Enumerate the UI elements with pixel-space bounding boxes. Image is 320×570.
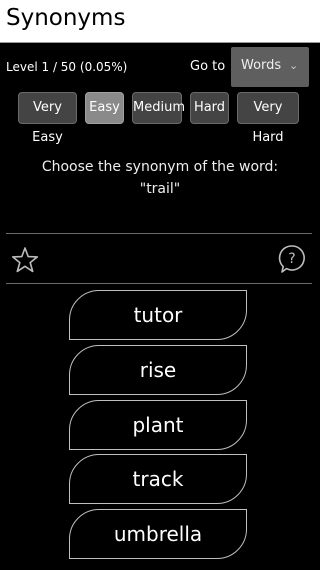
answer-option-5[interactable]: umbrella xyxy=(69,509,247,559)
difficulty-medium-button[interactable]: Medium xyxy=(132,92,185,124)
answer-option-1[interactable]: tutor xyxy=(69,290,247,340)
help-icon[interactable]: ? xyxy=(278,244,306,274)
level-row: Level 1 / 50 (0.05%) Go to Words ⌄ xyxy=(0,47,320,87)
divider-top xyxy=(6,233,312,234)
chevron-down-icon: ⌄ xyxy=(289,59,299,72)
difficulty-easy-button[interactable]: Easy xyxy=(85,92,124,124)
difficulty-hard-button[interactable]: Hard xyxy=(190,92,229,124)
goto-label: Go to xyxy=(190,59,226,74)
difficulty-very-easy-button[interactable]: Very Easy xyxy=(18,92,77,145)
answer-option-2[interactable]: rise xyxy=(69,345,247,395)
page-title: Synonyms xyxy=(6,5,126,31)
level-progress-text: Level 1 / 50 (0.05%) xyxy=(6,60,128,74)
question-word: "trail" xyxy=(139,181,181,197)
star-outline-icon[interactable] xyxy=(11,246,39,274)
answer-option-4[interactable]: track xyxy=(69,454,247,504)
divider-bottom xyxy=(6,283,312,284)
goto-select[interactable]: Words ⌄ xyxy=(231,47,309,87)
answer-option-3[interactable]: plant xyxy=(69,400,247,450)
question-prompt: Choose the synonym of the word: xyxy=(41,159,279,175)
app-header: Synonyms xyxy=(0,0,320,43)
svg-text:?: ? xyxy=(288,251,295,267)
difficulty-very-hard-button[interactable]: Very Hard xyxy=(237,92,299,145)
goto-select-value: Words xyxy=(241,58,282,73)
